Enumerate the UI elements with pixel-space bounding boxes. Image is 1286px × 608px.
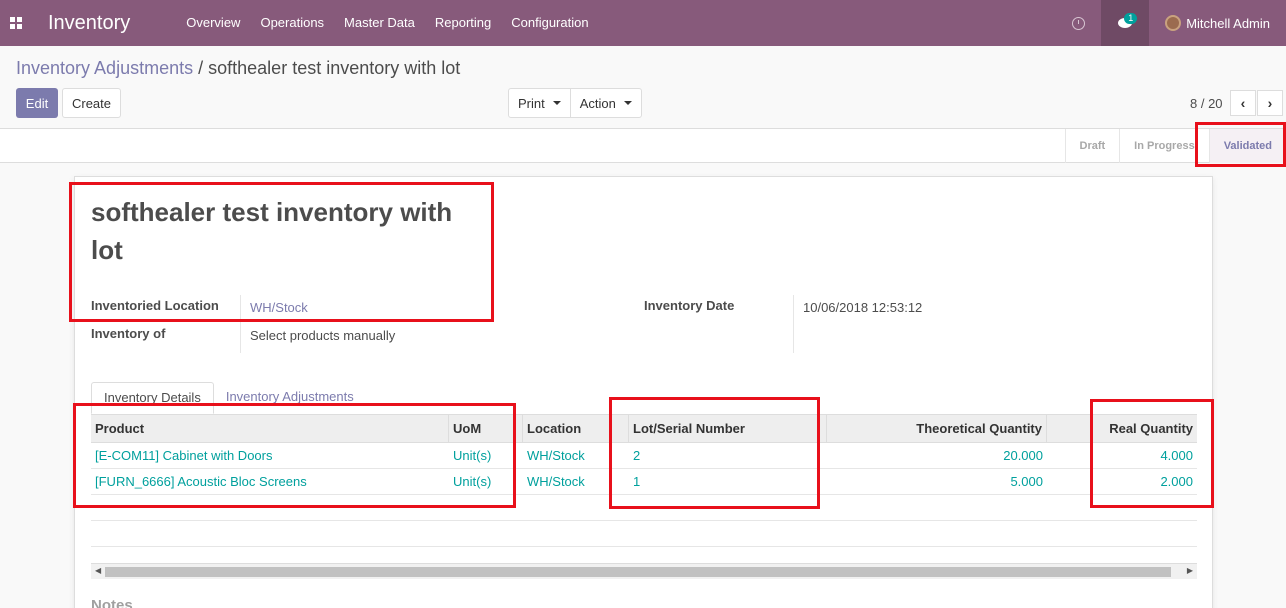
theoretical-qty-cell: 5.000: [1010, 474, 1043, 489]
user-menu[interactable]: Mitchell Admin: [1149, 15, 1286, 31]
empty-table-row: [91, 521, 1197, 547]
pager-previous-button[interactable]: ‹: [1230, 90, 1256, 116]
menu-reporting[interactable]: Reporting: [425, 0, 501, 46]
activity-clock-icon[interactable]: [1072, 16, 1086, 30]
chevron-left-icon: ‹: [1240, 95, 1246, 111]
notes-label: Notes: [91, 597, 133, 608]
chat-counter-badge: 1: [1124, 13, 1138, 24]
print-dropdown[interactable]: Print: [509, 89, 570, 117]
create-button[interactable]: Create: [62, 88, 121, 118]
pager-next-button[interactable]: ›: [1257, 90, 1283, 116]
sidebar-dropdowns: Print Action: [508, 88, 642, 118]
main-menu: Overview Operations Master Data Reportin…: [176, 0, 598, 46]
navbar-right: 1 Mitchell Admin: [1072, 0, 1286, 46]
apps-menu-icon[interactable]: [0, 0, 32, 46]
avatar: [1165, 15, 1182, 31]
chevron-right-icon: ›: [1267, 95, 1273, 111]
pager-value[interactable]: 8 / 20: [1190, 96, 1223, 111]
inventory-of-label: Inventory of: [91, 326, 166, 341]
highlight-product-uom-box: [73, 403, 516, 508]
breadcrumb-separator: /: [198, 58, 204, 78]
highlight-lot-box: [609, 397, 820, 509]
form-statusbar: Draft In Progress Validated: [0, 128, 1286, 163]
highlight-title-box: [69, 182, 494, 322]
top-navbar: Inventory Overview Operations Master Dat…: [0, 0, 1286, 46]
edit-button[interactable]: Edit: [16, 88, 58, 118]
highlight-validated-box: [1195, 122, 1286, 167]
theoretical-qty-cell: 20.000: [1003, 448, 1043, 463]
menu-overview[interactable]: Overview: [176, 0, 250, 46]
stage-draft[interactable]: Draft: [1064, 129, 1120, 163]
menu-configuration[interactable]: Configuration: [501, 0, 598, 46]
inventory-date-label: Inventory Date: [644, 298, 735, 313]
action-label: Action: [579, 95, 616, 111]
action-dropdown[interactable]: Action: [569, 89, 641, 117]
app-brand[interactable]: Inventory: [48, 12, 130, 35]
inventory-of-value: Select products manually: [250, 328, 396, 343]
horizontal-scrollbar[interactable]: ◀ ▶: [91, 563, 1197, 579]
menu-master-data[interactable]: Master Data: [334, 0, 425, 46]
messaging-button[interactable]: 1: [1101, 0, 1150, 46]
scroll-thumb[interactable]: [105, 567, 1171, 577]
user-name: Mitchell Admin: [1186, 15, 1270, 31]
scroll-right-icon[interactable]: ▶: [1187, 566, 1193, 575]
breadcrumb: Inventory Adjustments / softhealer test …: [16, 58, 460, 79]
breadcrumb-current: softhealer test inventory with lot: [208, 58, 461, 78]
breadcrumb-parent[interactable]: Inventory Adjustments: [16, 58, 193, 78]
caret-down-icon: [552, 101, 561, 105]
scroll-left-icon[interactable]: ◀: [95, 566, 101, 575]
menu-operations[interactable]: Operations: [250, 0, 334, 46]
field-divider: [793, 295, 794, 353]
highlight-real-qty-box: [1090, 399, 1214, 508]
column-theoretical-quantity[interactable]: Theoretical Quantity: [827, 415, 1047, 442]
caret-down-icon: [623, 101, 632, 105]
print-label: Print: [518, 95, 545, 111]
inventory-date-value: 10/06/2018 12:53:12: [803, 300, 923, 315]
